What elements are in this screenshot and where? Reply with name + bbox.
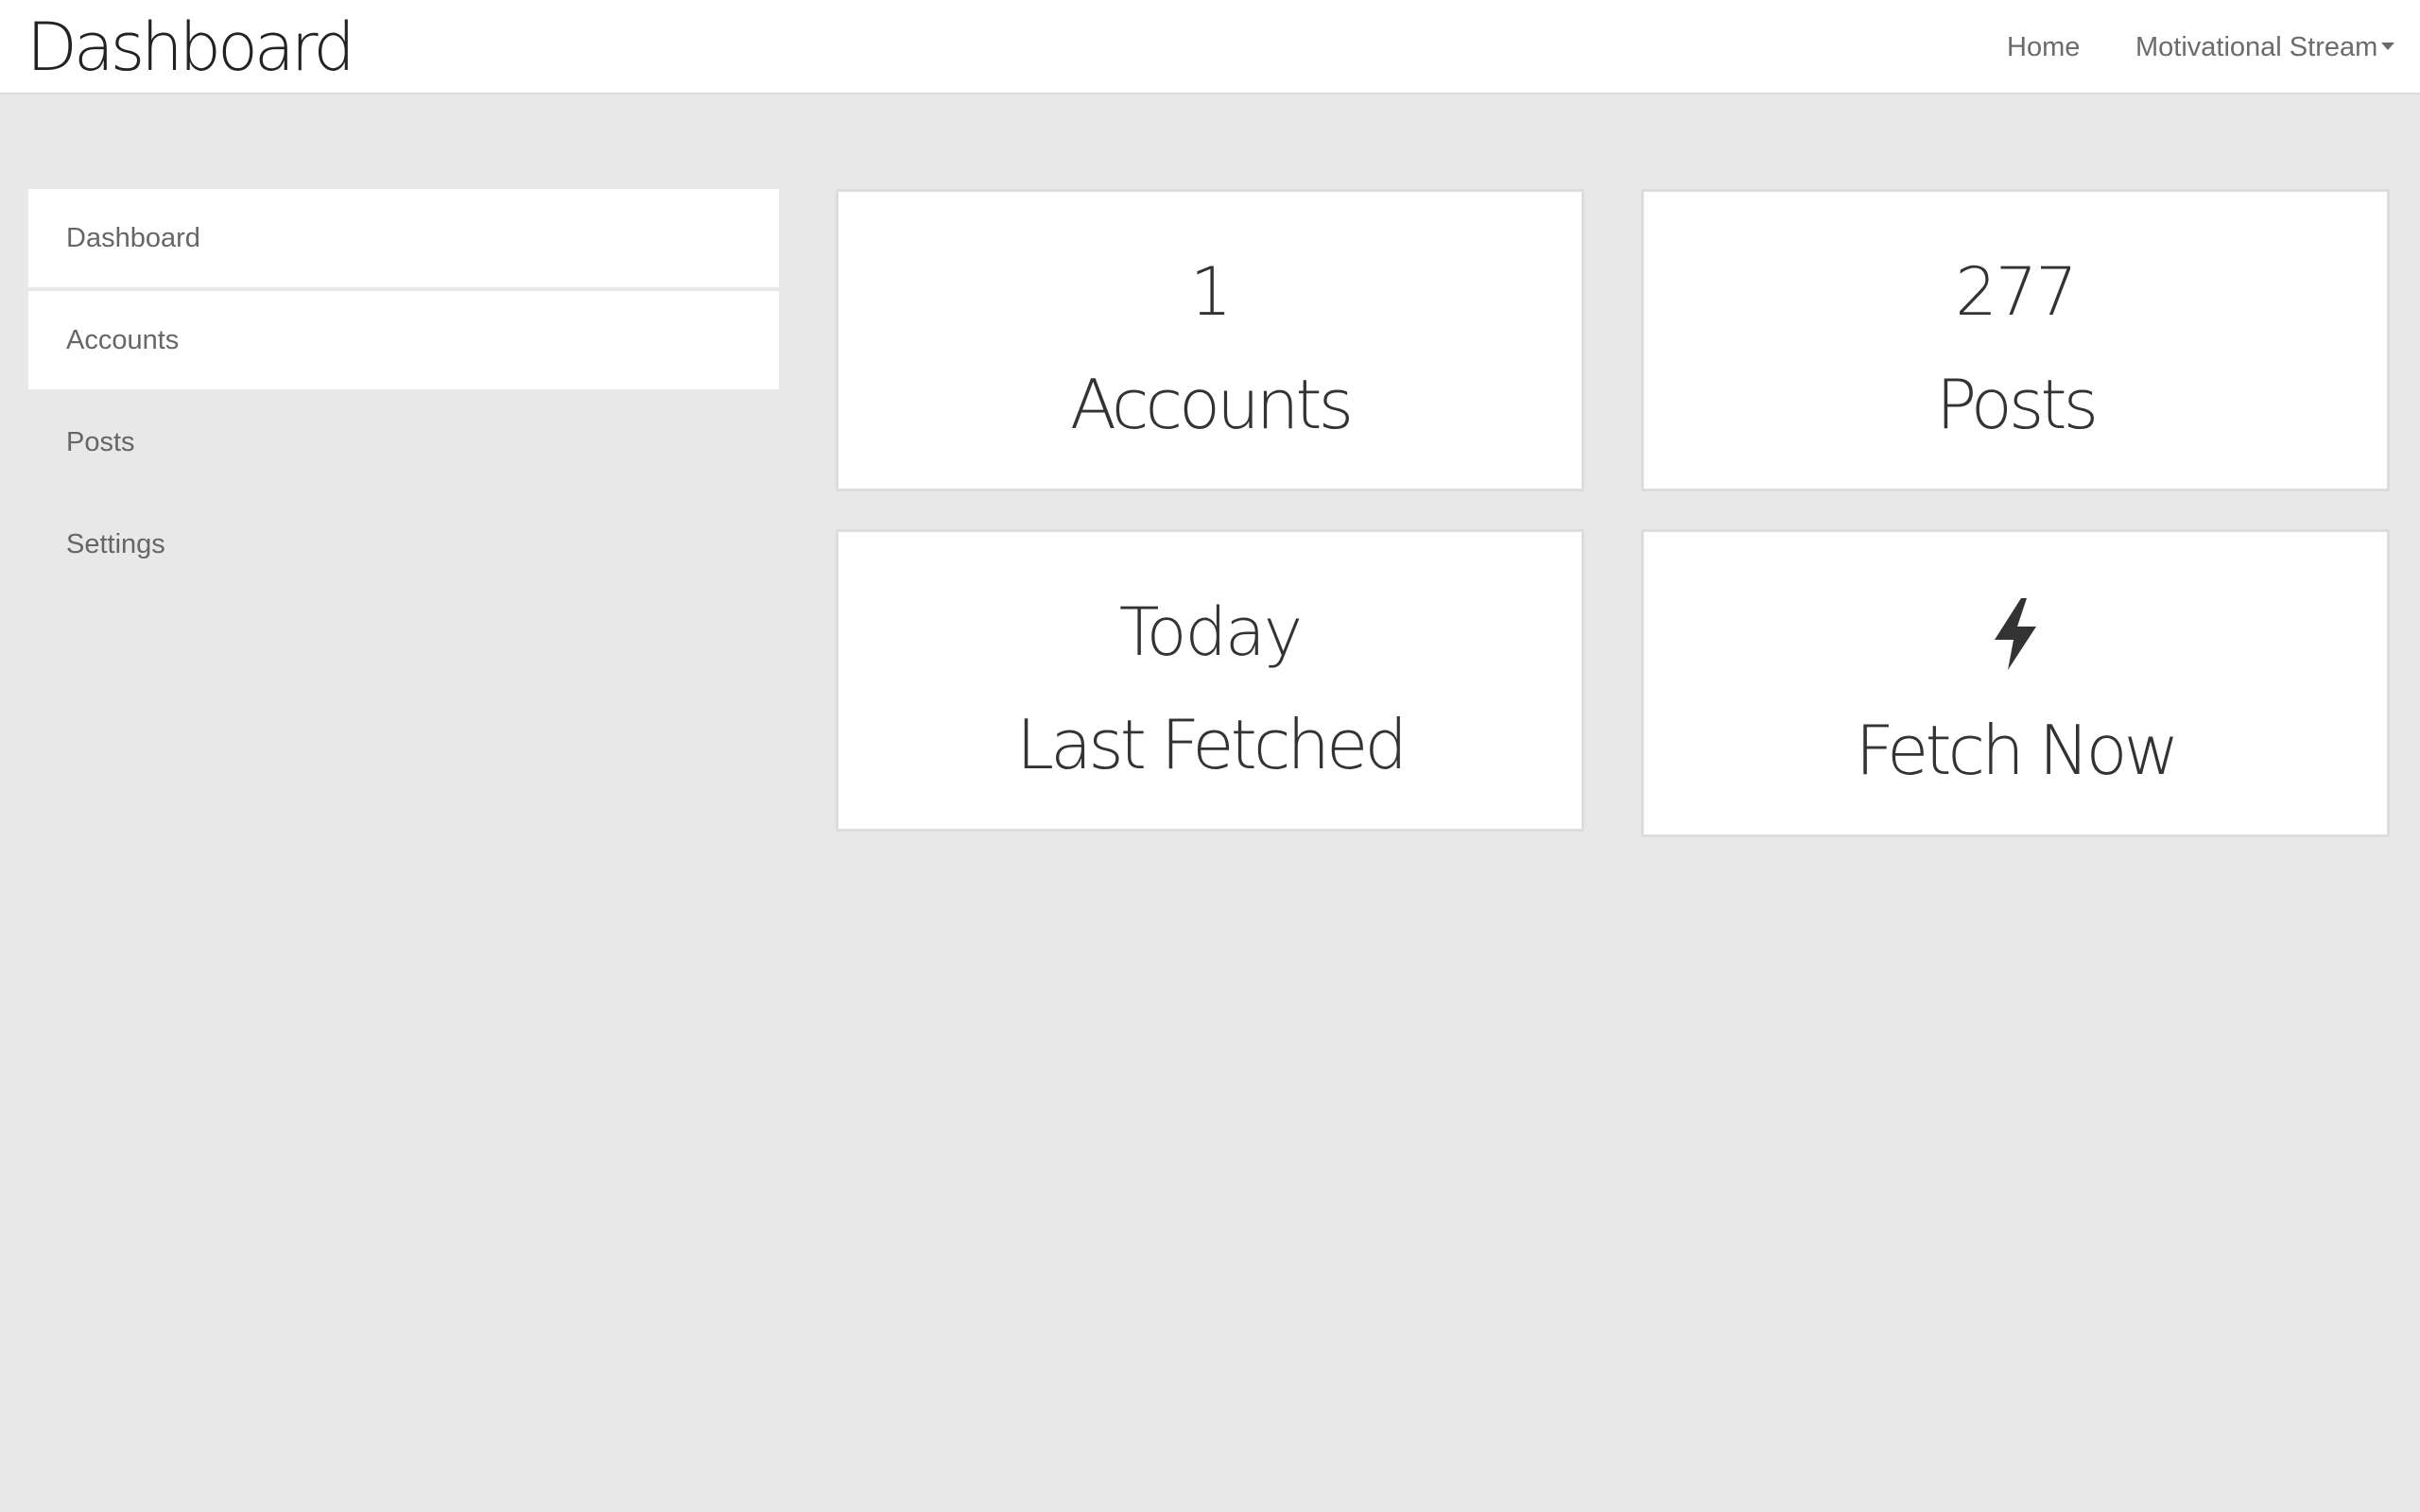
sidebar-item-label: Dashboard <box>66 223 200 253</box>
last-fetched-label: Last Fetched <box>1015 705 1408 784</box>
posts-count: 277 <box>1955 253 2078 331</box>
sidebar-item-accounts[interactable]: Accounts <box>28 291 779 389</box>
last-fetched-value: Today <box>1118 593 1303 671</box>
posts-label: Posts <box>1935 365 2099 444</box>
top-navbar: Dashboard Home Motivational Stream <box>0 0 2420 94</box>
sidebar-item-label: Posts <box>66 427 135 457</box>
sidebar-item-label: Accounts <box>66 325 180 355</box>
posts-stat-card: 277 Posts <box>1641 189 2390 491</box>
page-title: Dashboard <box>26 9 355 86</box>
nav-stream-dropdown[interactable]: Motivational Stream <box>2135 28 2395 66</box>
accounts-stat-card: 1 Accounts <box>836 189 1584 491</box>
last-fetched-card: Today Last Fetched <box>836 529 1584 832</box>
nav-home-link[interactable]: Home <box>2007 28 2080 66</box>
accounts-label: Accounts <box>1069 365 1354 444</box>
accounts-count: 1 <box>1189 253 1233 331</box>
fetch-now-button[interactable]: Fetch Now <box>1641 529 2390 837</box>
sidebar-item-posts[interactable]: Posts <box>28 393 779 491</box>
chevron-down-icon <box>2381 43 2395 51</box>
sidebar-item-label: Settings <box>66 529 165 559</box>
lightning-bolt-icon <box>1995 598 2036 670</box>
sidebar-item-settings[interactable]: Settings <box>28 495 779 593</box>
fetch-now-label: Fetch Now <box>1855 711 2180 790</box>
sidebar-item-dashboard[interactable]: Dashboard <box>28 189 779 287</box>
nav-stream-label: Motivational Stream <box>2135 32 2378 62</box>
